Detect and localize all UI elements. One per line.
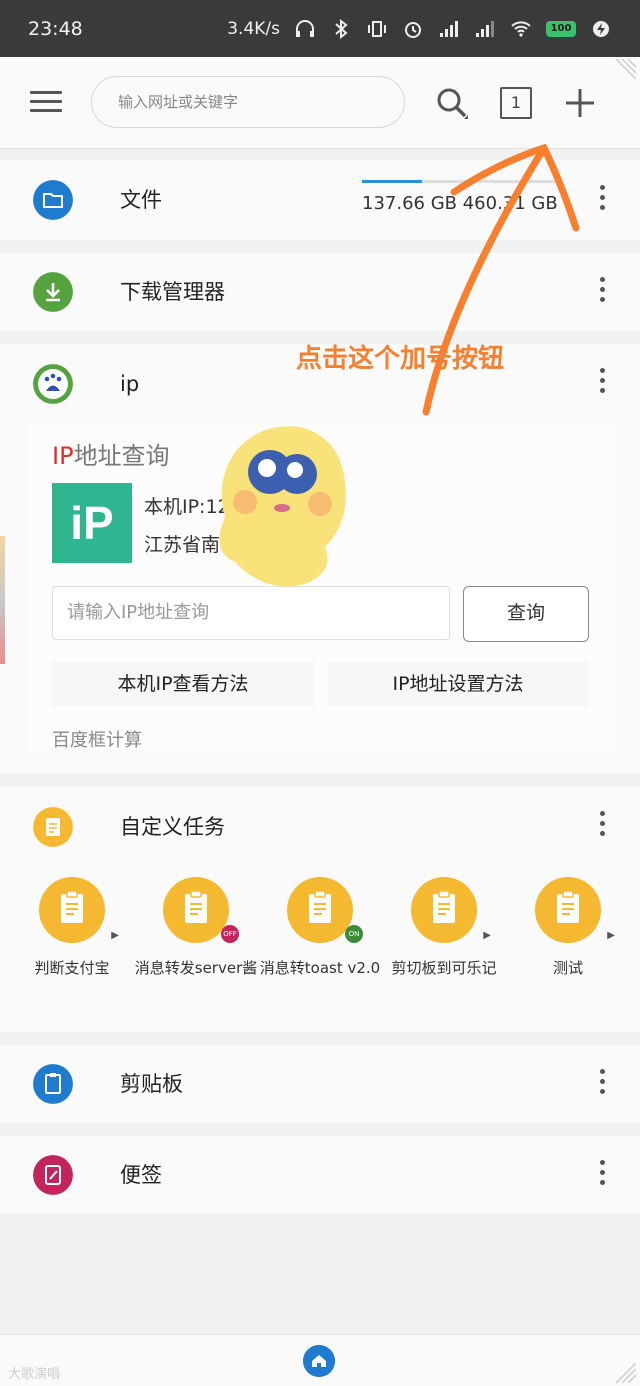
battery-indicator: 100 — [546, 20, 576, 37]
signal-icon — [440, 20, 458, 37]
ip-query-button[interactable]: 查询 — [463, 586, 589, 642]
clipboard-task-icon: ▶ — [39, 877, 119, 943]
downloads-label: 下载管理器 — [120, 280, 225, 304]
more-options-icon[interactable] — [596, 368, 608, 400]
task-item[interactable]: ▶ 测试 — [504, 877, 632, 979]
task-name: 判断支付宝 — [34, 959, 110, 977]
more-options-icon[interactable] — [596, 1069, 608, 1101]
menu-icon[interactable] — [30, 91, 62, 115]
clipboard-task-icon: ON — [287, 877, 363, 943]
task-icon — [33, 807, 73, 847]
clipboard-task-icon: ▶ — [411, 877, 491, 943]
notes-label: 便签 — [120, 1163, 162, 1187]
download-icon — [33, 272, 73, 312]
task-item[interactable]: OFF 消息转发server酱 — [132, 877, 260, 979]
clipboard-icon — [33, 1064, 73, 1104]
wifi-icon — [511, 20, 531, 37]
task-list: ▶ 判断支付宝 OFF 消息转发server酱 ON 消息转toast v2.0… — [0, 877, 640, 1027]
tasks-label: 自定义任务 — [120, 815, 225, 839]
ip-logo: iP — [52, 483, 132, 563]
play-arrow-icon: ▶ — [607, 930, 615, 941]
resize-corner-icon — [615, 59, 636, 80]
task-item[interactable]: ON 消息转toast v2.0 — [256, 877, 384, 979]
more-options-icon[interactable] — [596, 185, 608, 217]
more-options-icon[interactable] — [596, 1160, 608, 1192]
search-input[interactable]: 输入网址或关键字 — [91, 76, 405, 128]
watermark: 大歌演唱 — [8, 1367, 61, 1382]
alarm-icon — [405, 21, 421, 38]
duck-sticker — [219, 426, 346, 587]
on-badge: ON — [345, 925, 363, 943]
ip-query-input[interactable]: 请输入IP地址查询 — [52, 586, 450, 640]
browser-toolbar: 输入网址或关键字 1 — [0, 57, 640, 149]
task-item[interactable]: ▶ 判断支付宝 — [8, 877, 136, 979]
charging-icon — [593, 20, 609, 37]
task-item[interactable]: ▶ 剪切板到可乐记 — [380, 877, 508, 979]
off-badge: OFF — [221, 925, 239, 943]
note-icon — [33, 1155, 73, 1195]
left-edge-strip — [0, 536, 5, 664]
notes-card[interactable]: 便签 — [0, 1136, 640, 1214]
resize-corner-icon — [615, 1362, 636, 1383]
ip-widget-title: IP地址查询 — [52, 442, 170, 470]
task-name: 测试 — [552, 959, 583, 977]
ip-label: ip — [120, 372, 140, 396]
play-arrow-icon: ▶ — [483, 930, 491, 941]
more-options-icon[interactable] — [596, 277, 608, 309]
headphones-icon — [296, 19, 314, 37]
ip-setup-method-link[interactable]: IP地址设置方法 — [328, 662, 588, 706]
task-name: 剪切板到可乐记 — [391, 959, 497, 977]
baidu-footer: 百度框计算 — [52, 730, 142, 751]
baidu-icon — [33, 364, 73, 404]
status-time: 23:48 — [28, 17, 83, 40]
bottom-bar — [0, 1334, 640, 1386]
annotation-arrow — [422, 143, 580, 416]
more-options-icon[interactable] — [596, 811, 608, 843]
status-bar: 23:48 3.4K/s 100 — [0, 0, 640, 57]
files-label: 文件 — [120, 188, 162, 212]
clipboard-task-icon: ▶ — [535, 877, 615, 943]
signal-2-icon — [476, 20, 494, 37]
clipboard-task-icon: OFF — [163, 877, 239, 943]
bluetooth-icon — [335, 18, 348, 39]
task-name: 消息转发server酱 — [134, 959, 258, 977]
search-icon[interactable] — [434, 85, 470, 121]
task-name: 消息转toast v2.0 — [259, 959, 381, 977]
add-icon[interactable] — [562, 85, 598, 121]
play-arrow-icon: ▶ — [111, 930, 119, 941]
tab-count-button[interactable]: 1 — [500, 87, 532, 119]
vibrate-icon — [368, 20, 386, 37]
ip-view-method-link[interactable]: 本机IP查看方法 — [52, 662, 314, 706]
clipboard-card[interactable]: 剪贴板 — [0, 1045, 640, 1123]
folder-icon — [33, 180, 73, 220]
clipboard-label: 剪贴板 — [120, 1072, 183, 1096]
tasks-card: 自定义任务 ▶ 判断支付宝 OFF 消息转发server酱 ON 消息转toas… — [0, 787, 640, 1032]
home-icon[interactable] — [303, 1345, 335, 1377]
network-speed: 3.4K/s — [227, 18, 280, 39]
